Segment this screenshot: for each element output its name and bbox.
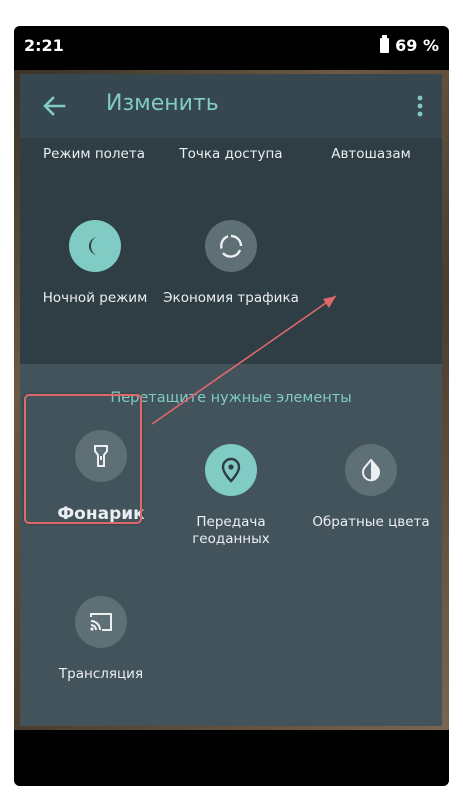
back-button[interactable] [38,90,70,122]
page-title: Изменить [106,91,219,116]
status-right: 69 % [380,35,439,55]
tile-label: Трансляция [58,666,144,682]
status-bar: 2:21 69 % [14,26,449,70]
tile-night-mode[interactable]: Ночной режим [25,220,165,307]
more-vert-icon [417,95,423,117]
tile-shazam-label[interactable]: Автошазам [301,146,441,162]
tile-cast[interactable]: Трансляция [31,596,171,683]
location-pin-icon [221,457,241,483]
more-options-button[interactable] [408,90,432,122]
app-bar: Изменить [20,74,442,138]
tile-invert-colors[interactable]: Обратные цвета [301,444,441,531]
tile-data-saver[interactable]: Экономия трафика [161,220,301,307]
active-tiles-section: Режим полета Точка доступа Автошазам Ноч… [20,138,442,364]
battery-percent: 69 % [395,36,439,55]
tile-label: Передача геоданных [192,514,270,547]
tile-label: Ночной режим [42,290,148,306]
invert-colors-circle [345,444,397,496]
status-time: 2:21 [24,36,64,55]
highlight-annotation-box [24,394,142,524]
tile-location[interactable]: Передача геоданных [161,444,301,548]
tile-hotspot-label[interactable]: Точка доступа [161,146,301,162]
tile-label: Экономия трафика [163,290,299,306]
night-mode-circle [69,220,121,272]
arrow-left-icon [43,96,66,116]
location-circle [205,444,257,496]
navigation-bar [14,730,449,786]
cast-circle [75,596,127,648]
battery-icon [380,35,390,53]
data-saver-icon [220,234,243,258]
moon-icon [88,237,98,255]
tile-label: Обратные цвета [312,514,430,530]
tile-airplane-mode-label[interactable]: Режим полета [24,146,164,162]
invert-colors-icon [362,458,380,482]
cast-icon [90,613,112,631]
data-saver-circle [205,220,257,272]
